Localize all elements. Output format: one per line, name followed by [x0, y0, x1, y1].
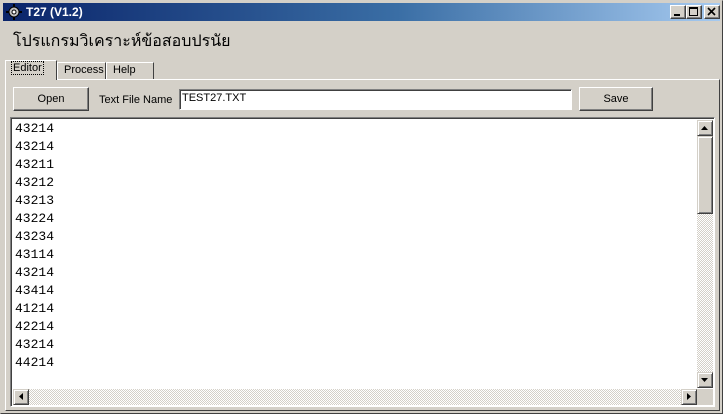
- window-title: T27 (V1.2): [26, 5, 83, 19]
- editor-lines: 43214 43214 43211 43212 43213 43224 4323…: [15, 120, 54, 372]
- close-icon: [707, 7, 716, 16]
- editor-line: 41214: [15, 301, 55, 316]
- gear-app-icon[interactable]: [6, 4, 22, 20]
- filename-label: Text File Name: [99, 94, 173, 106]
- editor-line: 43234: [15, 229, 55, 244]
- vertical-scrollbar[interactable]: [697, 120, 713, 388]
- editor-line: 43214: [15, 139, 55, 154]
- editor-line: 42214: [15, 319, 55, 334]
- editor-line: 43212: [15, 175, 55, 190]
- horizontal-scrollbar[interactable]: [13, 389, 697, 405]
- editor-line: 43214: [15, 265, 55, 280]
- vertical-scroll-thumb[interactable]: [697, 136, 713, 214]
- filename-field[interactable]: TEST27.TXT: [179, 89, 572, 110]
- app-window: T27 (V1.2) โปรแกรมวิเคราะห์ข้อสอบปรนัย E…: [0, 0, 723, 414]
- editor-line: 44214: [15, 355, 55, 370]
- editor-line: 43211: [15, 157, 55, 172]
- arrow-up-icon: [701, 126, 708, 130]
- save-button[interactable]: Save: [579, 87, 653, 111]
- minimize-icon: [674, 14, 680, 16]
- scroll-right-button[interactable]: [681, 389, 697, 405]
- close-button[interactable]: [704, 5, 720, 19]
- scroll-up-button[interactable]: [697, 120, 713, 136]
- maximize-button[interactable]: [686, 5, 702, 19]
- arrow-right-icon: [687, 393, 691, 400]
- open-button[interactable]: Open: [13, 87, 89, 111]
- scrollbar-corner: [697, 389, 713, 405]
- editor-line: 43114: [15, 247, 55, 262]
- editor-line: 43214: [15, 337, 55, 352]
- editor-line: 43414: [15, 283, 55, 298]
- scroll-left-button[interactable]: [13, 389, 29, 405]
- tab-editor[interactable]: Editor: [5, 60, 57, 80]
- editor-line: 43214: [15, 121, 55, 136]
- tab-help-label: Help: [113, 64, 136, 76]
- arrow-down-icon: [701, 378, 708, 382]
- editor-line: 43224: [15, 211, 55, 226]
- tab-editor-label: Editor: [11, 61, 44, 75]
- arrow-left-icon: [19, 393, 23, 400]
- title-bar[interactable]: T27 (V1.2): [3, 3, 720, 21]
- tab-process[interactable]: Process: [57, 62, 106, 79]
- minimize-button[interactable]: [670, 5, 686, 19]
- text-editor[interactable]: 43214 43214 43211 43212 43213 43224 4323…: [10, 117, 715, 407]
- maximize-icon: [689, 7, 698, 16]
- tab-help[interactable]: Help: [106, 62, 154, 79]
- tab-process-label: Process: [64, 64, 104, 76]
- editor-line: 43213: [15, 193, 55, 208]
- scroll-down-button[interactable]: [697, 372, 713, 388]
- app-heading: โปรแกรมวิเคราะห์ข้อสอบปรนัย: [13, 33, 231, 50]
